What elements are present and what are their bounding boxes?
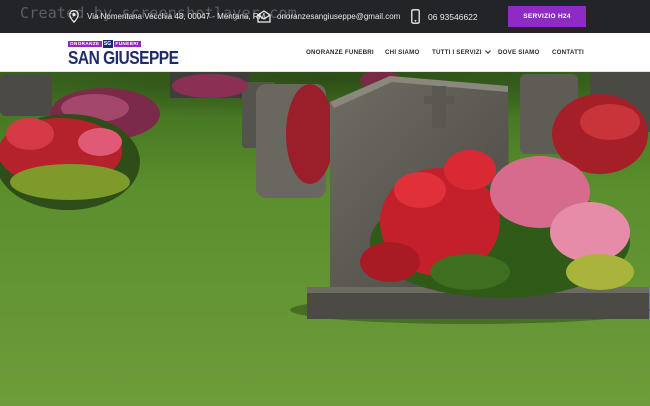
- nav-item-label: TUTTI I SERVIZI: [432, 49, 482, 56]
- contact-address[interactable]: Via Nomentana Vecchia 48, 00047 - Mentan…: [67, 0, 265, 33]
- nav-item-chi-siamo[interactable]: CHI SIAMO: [385, 33, 419, 72]
- nav-item-label: ONORANZE FUNEBRI: [306, 49, 374, 56]
- address-text: Via Nomentana Vecchia 48, 00047 - Mentan…: [87, 12, 266, 21]
- nav-item-onoranze-funebri[interactable]: ONORANZE FUNEBRI: [306, 33, 374, 72]
- nav-item-label: CHI SIAMO: [385, 49, 420, 56]
- left-flower-bed: [0, 114, 140, 210]
- nav-item-dove-siamo[interactable]: DOVE SIAMO: [498, 33, 540, 72]
- contact-email[interactable]: onoranzesangiuseppe@gmail.com: [257, 0, 400, 33]
- email-icon: [257, 9, 271, 25]
- top-contact-bar: Created by screenshotlayer.com Via Nomen…: [0, 0, 650, 33]
- map-pin-icon: [67, 9, 81, 25]
- smartphone-icon: [408, 9, 422, 25]
- main-navigation: ONORANZE SG FUNEBRI SAN GIUSEPPE ONORANZ…: [0, 33, 650, 72]
- nav-item-label: CONTATTI: [552, 49, 584, 56]
- phone-text: 06 93546622: [428, 11, 478, 22]
- nav-item-contatti[interactable]: CONTATTI: [552, 33, 584, 72]
- contact-phone[interactable]: 06 93546622: [408, 0, 478, 33]
- nav-item-tutti-i-servizi[interactable]: TUTTI I SERVIZI: [432, 33, 491, 72]
- hero-image-cemetery: [0, 72, 650, 406]
- servizio-h24-button[interactable]: SERVIZIO H24: [508, 6, 586, 27]
- site-logo[interactable]: ONORANZE SG FUNEBRI SAN GIUSEPPE: [68, 39, 179, 67]
- email-text: onoranzesangiuseppe@gmail.com: [277, 12, 401, 21]
- logo-wordmark: SAN GIUSEPPE: [68, 47, 179, 68]
- nav-item-label: DOVE SIAMO: [498, 49, 540, 56]
- chevron-down-icon: [484, 49, 491, 56]
